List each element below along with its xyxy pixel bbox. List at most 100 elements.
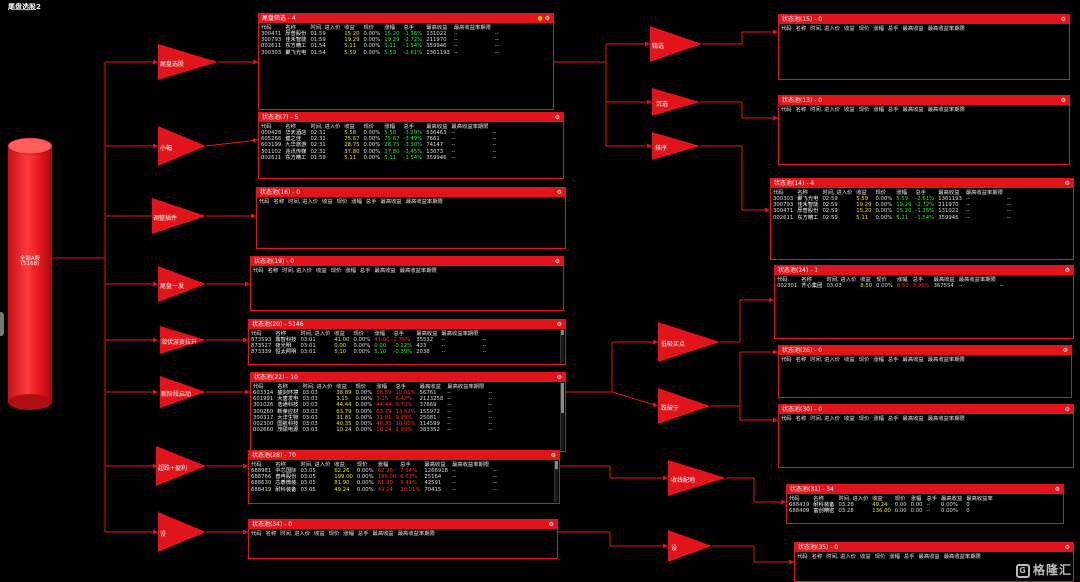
label-xiaoshi[interactable]: 小幅 [160,143,172,152]
column-header[interactable]: 代码 [779,414,794,422]
column-header[interactable]: 收益 [842,355,857,363]
panel-settings-icon[interactable]: ⚙ [555,257,560,266]
column-header[interactable]: 涨幅 [871,355,886,363]
column-header[interactable]: 最高收益率期限 [926,355,967,363]
column-header[interactable]: 现价 [857,355,872,363]
column-header[interactable]: 代码 [775,275,799,283]
label-chengxuan[interactable]: 沉选 [656,99,668,108]
panel-settings-icon[interactable]: ⚙ [1065,179,1070,188]
column-header[interactable]: 时间, 进入价 [824,275,858,283]
column-header[interactable]: 涨幅 [376,460,399,468]
column-header[interactable]: 涨幅 [871,24,886,32]
column-header[interactable]: 总手 [924,494,939,502]
column-header[interactable]: 最高收益率期限 [964,188,1005,196]
column-header[interactable]: 涨幅 [894,188,913,196]
column-header[interactable]: 收益 [334,382,353,390]
column-header[interactable]: 涨幅 [341,529,356,537]
column-header[interactable]: 名称 [273,460,298,468]
column-header[interactable]: 现价 [361,23,382,31]
panel-chaoduan[interactable]: 状态池(28) - 70 ⚙ 代码 名称 时间, 进入价 收益 现价 涨幅 总手 最高收益 最高收益… [248,450,560,504]
table-row[interactable]: 002611 东方精工 02:59 5.11 0.00% 5.11 -1.54% 359946… [771,215,1013,221]
column-header[interactable]: 总手 [358,266,373,274]
table-row[interactable]: 002301 齐心集团 03:03 8.50 0.00% 8.50 3.96% 367554-… [775,283,1006,289]
panel-settings-icon[interactable]: ⚙ [1063,346,1068,355]
column-header[interactable]: 最高收益 [901,105,926,113]
table-row[interactable]: 873339 恒太照明 03:01 5.10 0.00% 5.10 -0.39% 2038 --… [249,349,488,355]
column-header[interactable]: 收益 [870,494,893,502]
panel-jingxuan[interactable]: 状态池(15) - 0 ⚙ 代码 名称 时间, 进入价 收益 现价 涨幅 总手 最高收益 最高收益率… [778,14,1070,80]
column-header[interactable]: 代码 [795,552,810,560]
panel-scrollbar[interactable] [554,461,558,502]
column-header[interactable]: 代码 [249,460,273,468]
column-header[interactable]: 现价 [353,382,374,390]
column-header[interactable]: 时间, 进入价 [808,24,842,32]
column-header[interactable]: 总手 [391,329,414,337]
panel-settings-icon[interactable]: ⚙ [1065,543,1070,552]
column-header[interactable]: 名称 [272,197,287,205]
column-header[interactable]: 代码 [249,529,264,537]
column-header[interactable]: 最高收益率期限 [404,197,445,205]
column-header[interactable]: 时间, 进入价 [308,122,342,130]
column-header[interactable]: 最高收益率期限 [452,23,493,31]
column-header[interactable]: 最高收益 [901,24,926,32]
column-header[interactable]: 总手 [393,382,417,390]
column-header[interactable]: 最高收益 [424,122,449,130]
panel-title-bar[interactable]: 尾盘筛选 - 4 ● ⚙ [259,14,553,23]
label-qianfu[interactable]: 潜伏游资拉升 [161,337,197,346]
label-zhangting[interactable]: 跌破于 [661,403,679,412]
panel-title-bar[interactable]: 状态池(35) - 0 ⚙ [795,543,1073,552]
column-header[interactable]: 收益 [858,552,873,560]
label-she2[interactable]: 设 [671,543,677,552]
column-header[interactable]: 最高收益 [901,355,926,363]
panel-weipan-yitu[interactable]: 状态池(19) - 0 ⚙ 代码 名称 时间, 进入价 收益 现价 涨幅 总手 最高收益 最高收益率… [250,256,564,311]
panel-settings-icon[interactable]: ⚙ [557,373,562,382]
column-header[interactable]: 名称 [794,105,809,113]
panel-settings-icon[interactable]: ⚙ [1055,485,1060,494]
column-header[interactable]: 现价 [873,552,888,560]
column-header[interactable]: 最高收益 [901,414,926,422]
column-header[interactable]: 总手 [902,552,917,560]
column-header[interactable]: 最高收益率期限 [926,105,967,113]
column-header[interactable]: 代码 [249,329,273,337]
label-xinggao[interactable]: 新阶段启动 [161,389,191,398]
column-header[interactable]: 代码 [779,105,794,113]
column-header[interactable]: 总手 [401,23,424,31]
column-header[interactable]: 最高收益率期限 [396,529,437,537]
label-shouxian[interactable]: 收线配地 [671,475,695,484]
column-header[interactable]: 总手 [886,414,901,422]
column-header[interactable]: 名称 [810,552,825,560]
panel-title-bar[interactable]: 状态池(22) - 10 ⚙ [251,373,565,382]
panel-title-bar[interactable]: 状态池(15) - 0 ⚙ [779,15,1069,24]
scrollbar-thumb[interactable] [561,330,564,335]
column-header[interactable]: 涨幅 [343,266,358,274]
column-header[interactable]: 最高收益 [371,529,396,537]
panel-chengxuan[interactable]: 状态池(13) - 0 ⚙ 代码 名称 时间, 进入价 收益 现价 涨幅 总手 最高收益 最高收益率… [778,95,1070,165]
panel-settings-icon[interactable]: ⚙ [557,320,562,329]
column-header[interactable]: 最高收益 [373,266,398,274]
column-header[interactable]: 最高收益 [932,275,957,283]
column-header[interactable]: 现价 [351,329,372,337]
panel-shouxian[interactable]: 状态池(31) - 34 ⚙ 代码 名称 时间, 进入价 收益 现价 涨幅 总手 最高收益 最高收益… [786,484,1064,524]
column-header[interactable]: 代码 [259,23,283,31]
panel-xiaoshi[interactable]: 状态池(7) - 5 ⚙ 代码 名称 时间, 进入价 收益 现价 涨幅 总手 最高收益 最高收益率期… [258,112,564,179]
column-header[interactable]: 收益 [312,529,327,537]
column-header[interactable]: 最高收益率期限 [926,414,967,422]
column-header[interactable]: 涨幅 [374,382,393,390]
column-header[interactable]: 收益 [842,24,857,32]
column-header[interactable]: 最高收益 [939,494,964,502]
panel-paixu[interactable]: 状态池(14) - 4 ⚙ 代码 名称 时间, 进入价 收益 现价 涨幅 总手 最高收益 最高收益率… [770,178,1074,260]
column-header[interactable]: 代码 [771,188,795,196]
column-header[interactable]: 名称 [795,188,820,196]
column-header[interactable]: 代码 [257,197,272,205]
column-header[interactable]: 最高收益 [424,23,452,31]
column-header[interactable]: 时间, 进入价 [298,329,332,337]
column-header[interactable]: 收益 [320,197,335,205]
table-row[interactable]: 002611 东方精工 01:59 5.11 0.00% 5.11 -1.54% 359946… [259,155,498,161]
label-weipan-xuangu[interactable]: 尾盘选股 [160,59,184,68]
column-header[interactable]: 时间, 进入价 [808,414,842,422]
panel-scrollbar[interactable] [560,330,564,363]
column-header[interactable]: 涨幅 [382,122,401,130]
column-header[interactable]: 最高收益率期限 [398,266,439,274]
column-header[interactable]: 名称 [799,275,824,283]
column-header[interactable]: 时间, 进入价 [286,197,320,205]
